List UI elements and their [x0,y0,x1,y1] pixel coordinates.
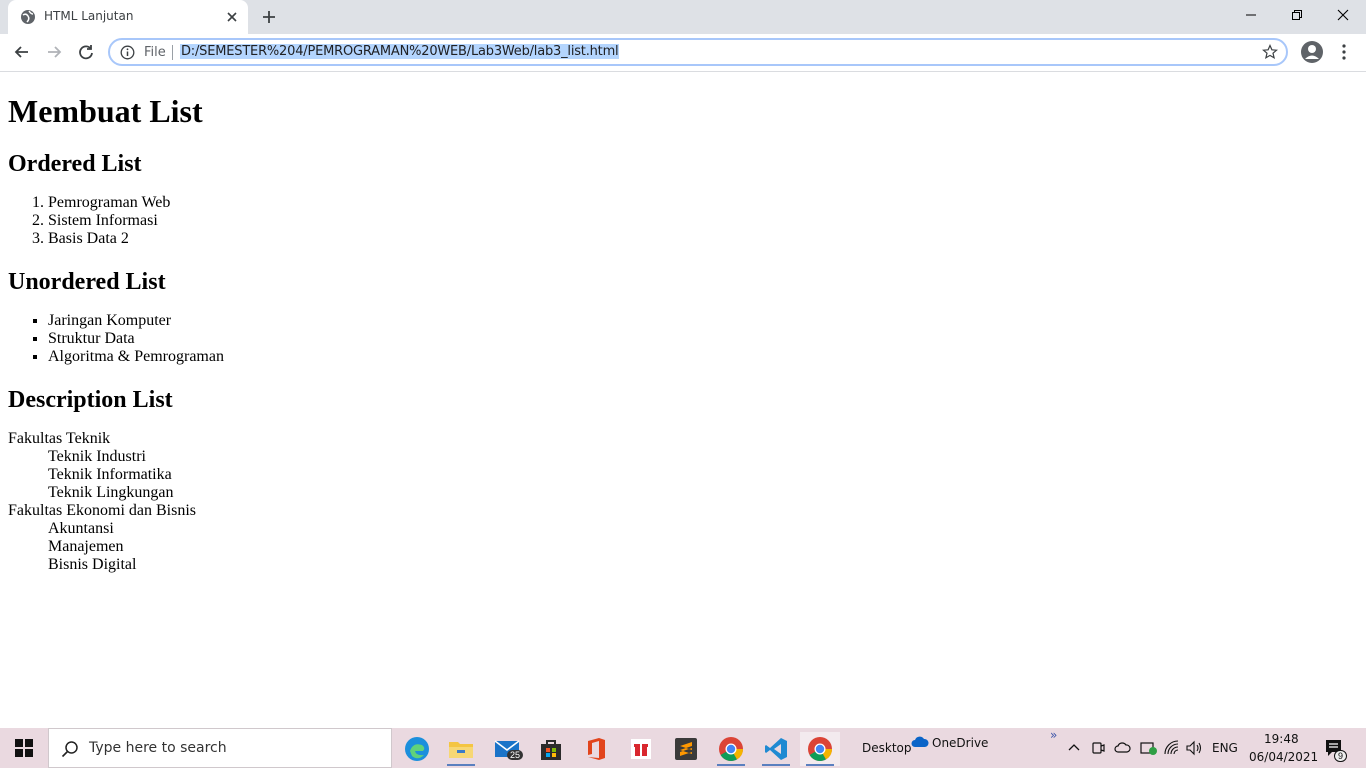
unordered-list-heading: Unordered List [8,269,166,295]
clock-date[interactable]: 06/04/2021 [1249,750,1318,764]
input-language[interactable]: ENG [1212,741,1238,755]
ordered-list-heading: Ordered List [8,151,142,177]
meet-now-icon[interactable] [1091,740,1105,756]
tab-title: HTML Lanjutan [44,9,134,23]
start-button[interactable] [0,728,48,768]
omnibox-scheme-label: File [144,45,166,60]
onedrive-cloud-icon [911,736,929,747]
desktop-toolbar-label[interactable]: Desktop [862,741,912,755]
list-item: Algoritma & Pemrograman [48,348,1358,366]
security-shield-icon[interactable] [1140,740,1158,756]
search-placeholder: Type here to search [89,740,227,756]
minimize-button[interactable] [1228,0,1274,30]
search-icon [61,741,78,758]
volume-icon[interactable] [1186,740,1204,756]
description-definition: Manajemen [48,538,124,555]
running-indicator [762,764,790,766]
restore-button[interactable] [1274,0,1320,30]
reload-icon[interactable] [76,42,96,62]
cloud-sync-icon[interactable] [1114,740,1132,756]
profile-avatar-icon[interactable] [1300,40,1324,64]
running-indicator [717,764,745,766]
description-definition: Teknik Lingkungan [48,484,174,501]
chevron-up-icon[interactable] [1068,742,1080,752]
close-icon [1337,9,1349,21]
info-icon[interactable] [120,45,135,60]
page-title: Membuat List [8,93,203,129]
description-term: Fakultas Ekonomi dan Bisnis [8,502,196,519]
description-definition: Akuntansi [48,520,114,537]
tab-html-lanjutan[interactable]: HTML Lanjutan [8,0,248,34]
globe-icon [21,10,35,24]
page-content: Membuat List Ordered List Pemrograman We… [8,72,1358,574]
running-indicator [447,764,475,766]
windows-logo-icon [15,739,33,757]
taskbar-mail[interactable]: 25 [487,732,527,766]
list-item: Basis Data 2 [48,230,1358,248]
mail-badge: 25 [507,750,524,760]
close-window-button[interactable] [1320,0,1366,30]
taskbar-file-explorer[interactable] [441,732,481,766]
forward-arrow-icon[interactable] [44,42,64,62]
description-term: Fakultas Teknik [8,430,111,447]
taskbar-search[interactable]: Type here to search [48,728,392,768]
taskbar-chrome-2[interactable] [800,732,840,766]
list-item: Sistem Informasi [48,212,1358,230]
folder-icon [449,742,473,758]
address-bar[interactable]: File D:/SEMESTER%204/PEMROGRAMAN%20WEB/L… [108,38,1288,66]
wifi-icon[interactable] [1164,740,1180,756]
list-item: Struktur Data [48,330,1358,348]
description-definition: Teknik Informatika [48,466,172,483]
vscode-icon [765,738,787,760]
close-tab-icon[interactable] [224,9,240,25]
taskbar-sublime[interactable] [666,732,706,766]
onedrive-label[interactable]: OneDrive [932,736,988,750]
ordered-list: Pemrograman Web Sistem Informasi Basis D… [8,194,1358,248]
more-menu-icon[interactable] [1336,42,1352,62]
chrome-icon [808,737,832,762]
clock-time[interactable]: 19:48 [1264,732,1299,746]
list-item: Pemrograman Web [48,194,1358,212]
store-bag-icon [541,740,561,760]
restore-icon [1292,10,1302,20]
sublime-text-icon [675,738,697,760]
edge-icon [405,737,429,761]
bookmark-star-icon[interactable] [1262,44,1278,60]
taskbar-gift-app[interactable] [621,732,661,766]
description-list-heading: Description List [8,387,173,413]
taskbar-store[interactable] [531,732,571,766]
minimize-icon [1246,14,1256,16]
description-list: Fakultas Teknik Teknik Industri Teknik I… [8,430,1358,574]
tab-strip: HTML Lanjutan [0,0,1366,34]
list-item: Jaringan Komputer [48,312,1358,330]
gift-icon [631,739,651,759]
browser-toolbar: File D:/SEMESTER%204/PEMROGRAMAN%20WEB/L… [0,34,1366,72]
running-indicator [806,764,834,766]
taskbar-chrome-1[interactable] [711,732,751,766]
description-definition: Teknik Industri [48,448,146,465]
back-arrow-icon[interactable] [12,42,32,62]
omnibox-separator [172,45,173,60]
taskbar-office[interactable] [576,732,616,766]
chrome-icon [719,737,743,762]
notification-count: 9 [1334,750,1348,762]
office-icon [588,738,605,760]
description-definition: Bisnis Digital [48,556,137,573]
taskbar-vscode[interactable] [756,732,796,766]
taskbar: Type here to search 25 Desktop OneDrive … [0,728,1366,768]
taskbar-edge[interactable] [397,732,437,766]
url-text[interactable]: D:/SEMESTER%204/PEMROGRAMAN%20WEB/Lab3We… [180,44,620,59]
toolbar-overflow-chevron[interactable]: » [1050,728,1057,742]
new-tab-icon[interactable] [260,8,278,26]
unordered-list: Jaringan Komputer Struktur Data Algoritm… [8,312,1358,366]
